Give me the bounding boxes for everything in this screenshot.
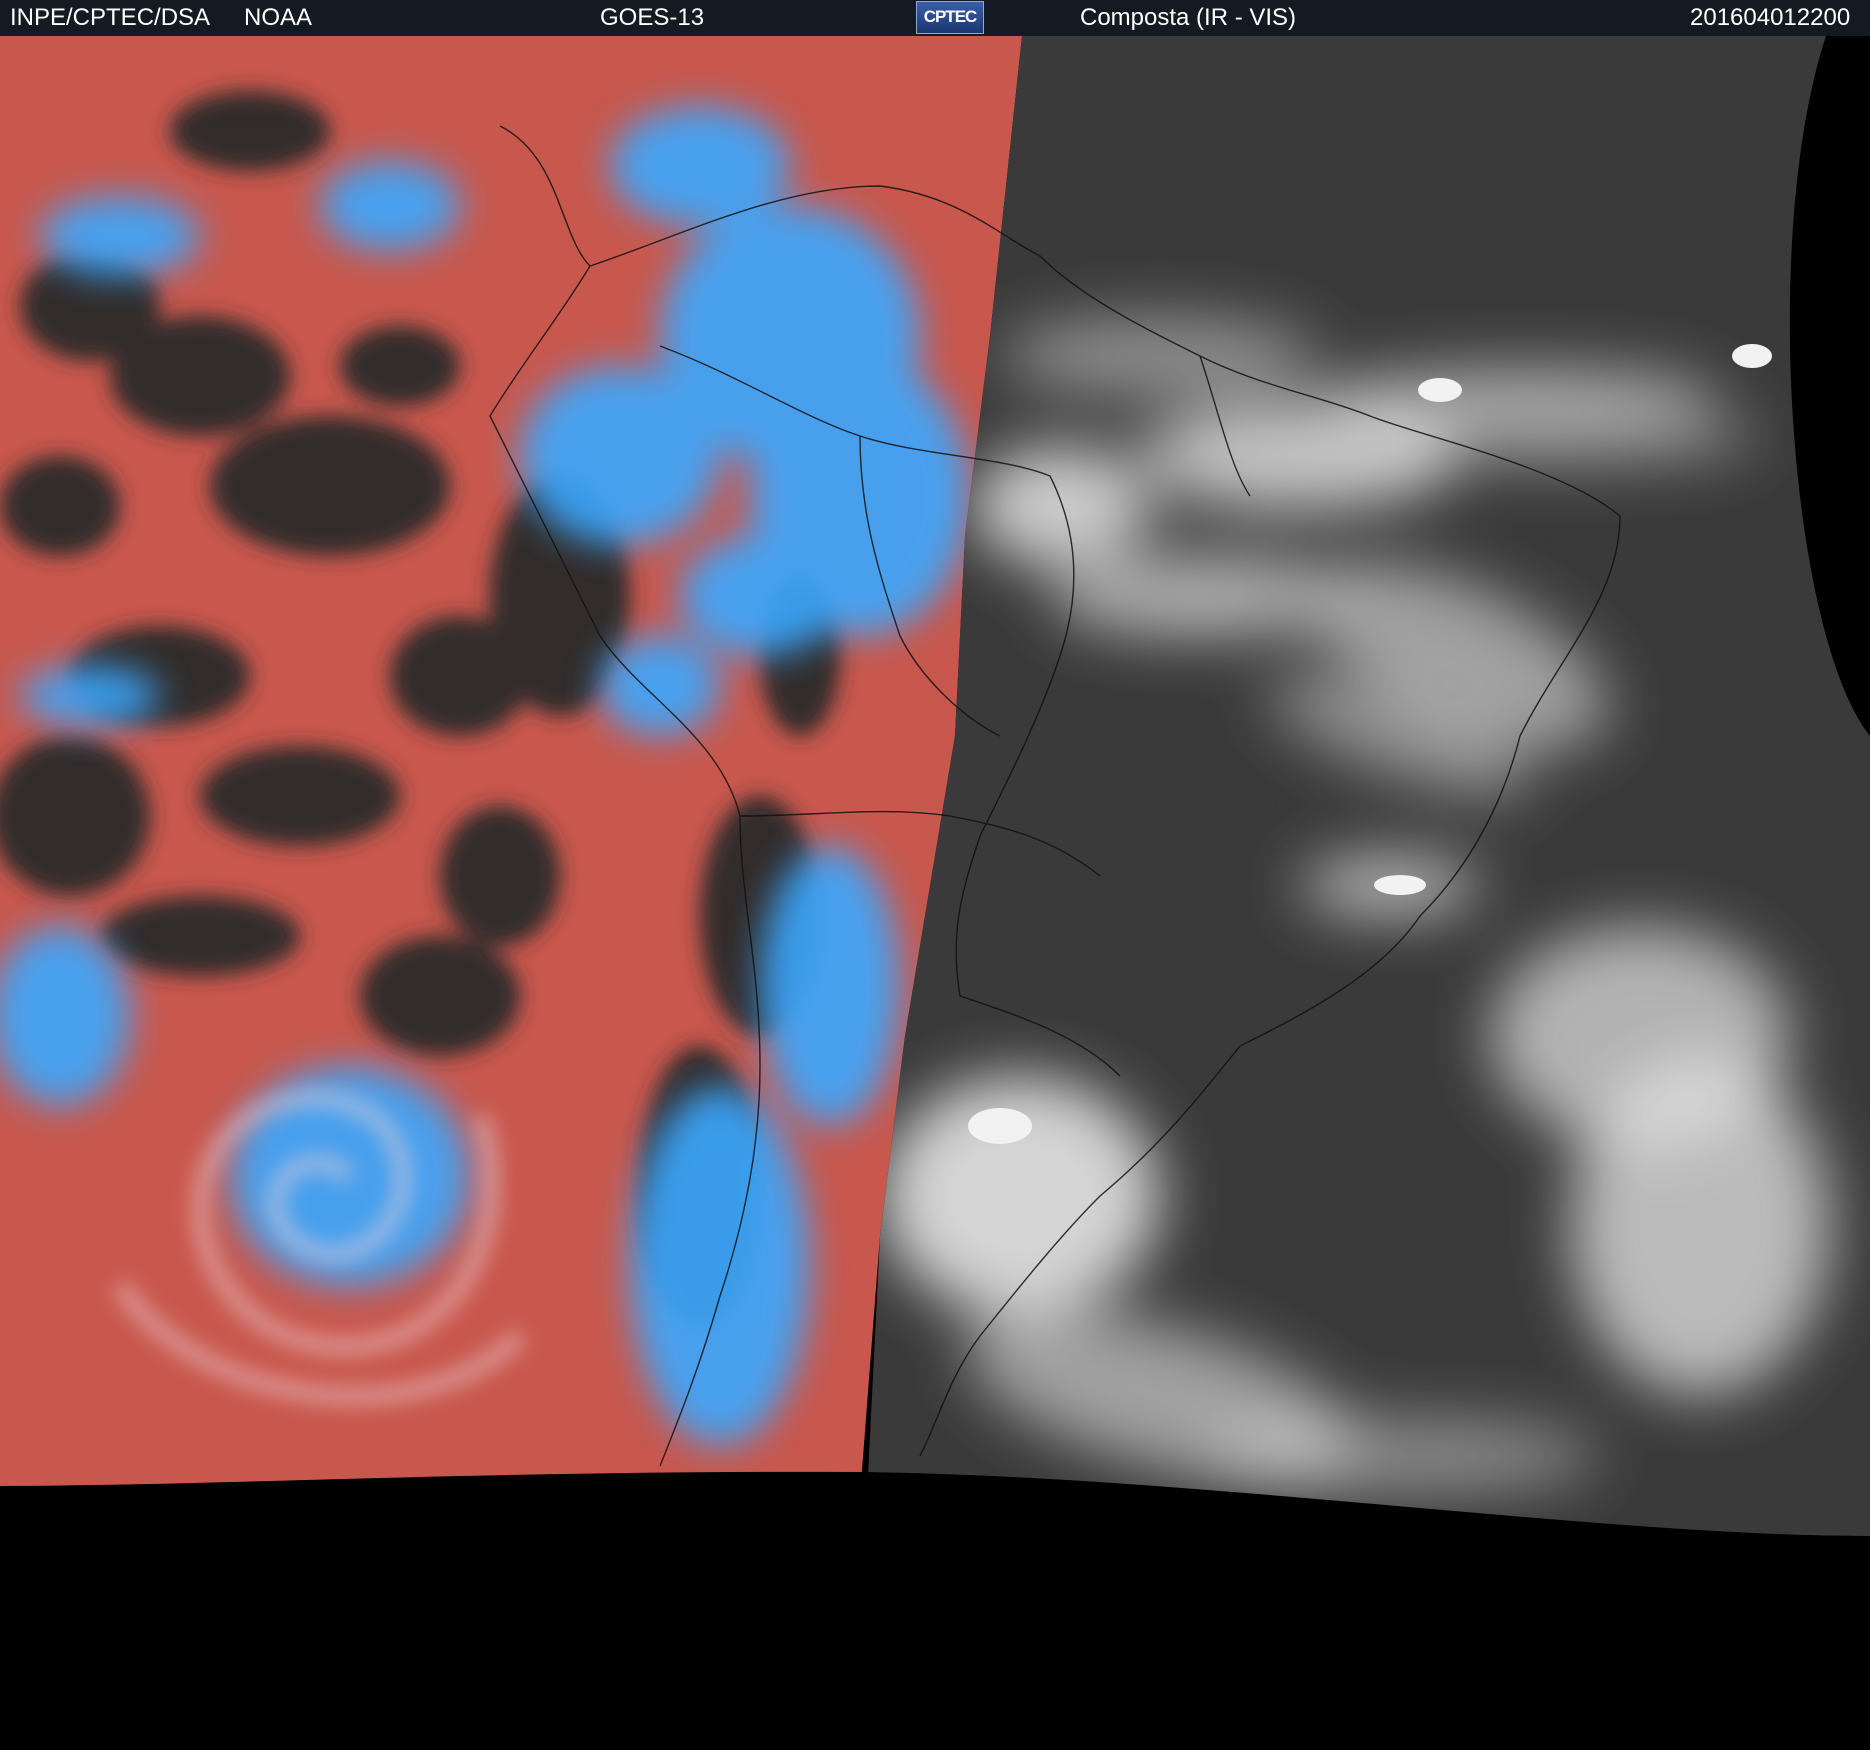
timestamp-label: 201604012200: [1690, 4, 1851, 31]
partner-label: NOAA: [244, 4, 313, 31]
image-header-bar: INPE/CPTEC/DSA NOAA GOES-13 CPTEC Compos…: [0, 0, 1870, 36]
satellite-label: GOES-13: [600, 4, 705, 31]
satellite-map: [0, 36, 1870, 1536]
satellite-image-frame: INPE/CPTEC/DSA NOAA GOES-13 CPTEC Compos…: [0, 0, 1870, 1750]
agency-label: INPE/CPTEC/DSA: [10, 4, 211, 31]
product-label: Composta (IR - VIS): [1080, 4, 1297, 31]
cptec-logo: CPTEC: [916, 1, 984, 34]
